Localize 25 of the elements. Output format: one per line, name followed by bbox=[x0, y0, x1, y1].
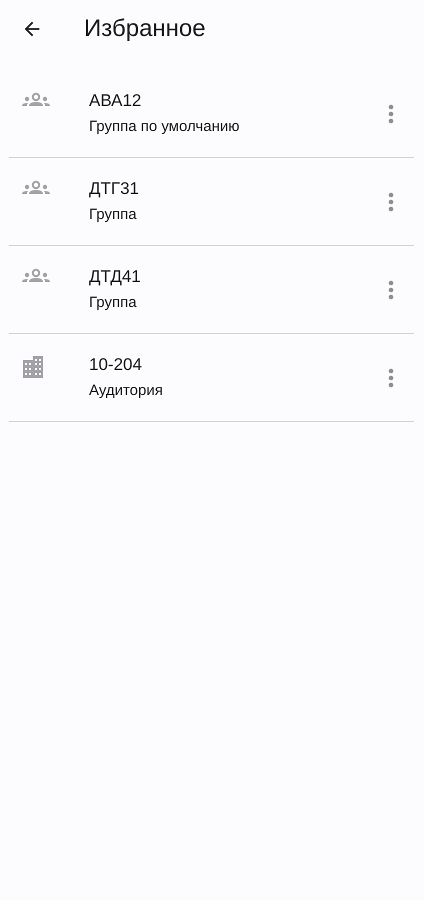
favorite-item[interactable]: АВА12 Группа по умолчанию bbox=[9, 70, 414, 158]
item-name: 10-204 bbox=[89, 354, 143, 376]
more-options-button[interactable] bbox=[386, 191, 396, 213]
favorite-item[interactable]: ДТГ31 Группа bbox=[9, 158, 414, 246]
item-name: АВА12 bbox=[89, 90, 142, 112]
item-name: ДТГ31 bbox=[89, 178, 140, 200]
more-options-icon bbox=[388, 368, 394, 388]
item-type: Группа bbox=[89, 293, 138, 313]
people-group-icon bbox=[22, 180, 50, 196]
item-type: Группа по умолчанию bbox=[89, 117, 240, 137]
item-type: Группа bbox=[89, 205, 138, 225]
people-group-icon bbox=[22, 92, 50, 108]
screen-title: Избранное bbox=[84, 15, 206, 43]
building-icon bbox=[22, 356, 44, 378]
more-options-icon bbox=[388, 280, 394, 300]
more-options-button[interactable] bbox=[386, 103, 396, 125]
item-type: Аудитория bbox=[89, 381, 164, 401]
favorite-item[interactable]: ДТД41 Группа bbox=[9, 246, 414, 334]
more-options-button[interactable] bbox=[386, 279, 396, 301]
more-options-button[interactable] bbox=[386, 367, 396, 389]
item-name: ДТД41 bbox=[89, 266, 142, 288]
people-group-icon bbox=[22, 268, 50, 284]
favorite-item[interactable]: 10-204 Аудитория bbox=[9, 334, 414, 422]
more-options-icon bbox=[388, 192, 394, 212]
more-options-icon bbox=[388, 104, 394, 124]
